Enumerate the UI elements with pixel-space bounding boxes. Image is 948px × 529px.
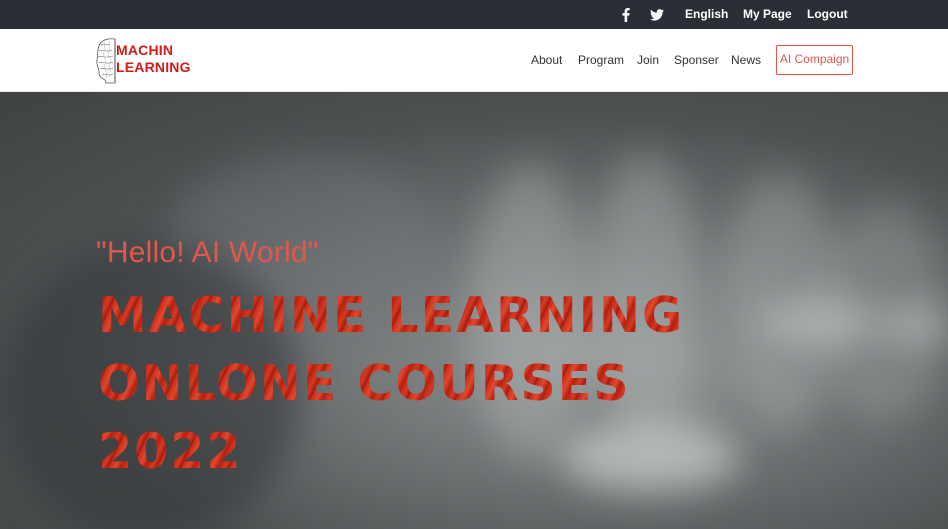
nav-news[interactable]: News (731, 29, 761, 92)
logo-wordmark: MACHIN LEARNING (116, 42, 191, 76)
twitter-icon[interactable] (646, 0, 668, 29)
my-page-link[interactable]: My Page (743, 0, 792, 29)
logo-line-2: LEARNING (116, 59, 191, 75)
site-header: MACHIN LEARNING About Program Join Spons… (0, 29, 948, 92)
logo-line-1: MACHIN (116, 42, 174, 58)
nav-program[interactable]: Program (578, 29, 624, 92)
hero-bg-blur (760, 302, 880, 342)
top-utility-bar: English My Page Logout (0, 0, 948, 29)
brain-logo-icon (96, 38, 116, 84)
site-logo[interactable]: MACHIN LEARNING (96, 36, 216, 86)
nav-sponser[interactable]: Sponser (674, 29, 719, 92)
language-link[interactable]: English (685, 0, 728, 29)
logout-link[interactable]: Logout (807, 0, 848, 29)
hero-banner: "Hello! AI World" MACHINE LEARNING ONLON… (0, 92, 948, 529)
ai-compaign-button[interactable]: AI Compaign (776, 45, 853, 75)
hero-bg-blur (880, 307, 948, 343)
hero-headline: MACHINE LEARNING ONLONE COURSES 2022 (98, 282, 738, 486)
facebook-icon[interactable] (616, 0, 636, 29)
nav-join[interactable]: Join (637, 29, 659, 92)
hero-tagline: "Hello! AI World" (96, 236, 319, 269)
nav-about[interactable]: About (531, 29, 562, 92)
